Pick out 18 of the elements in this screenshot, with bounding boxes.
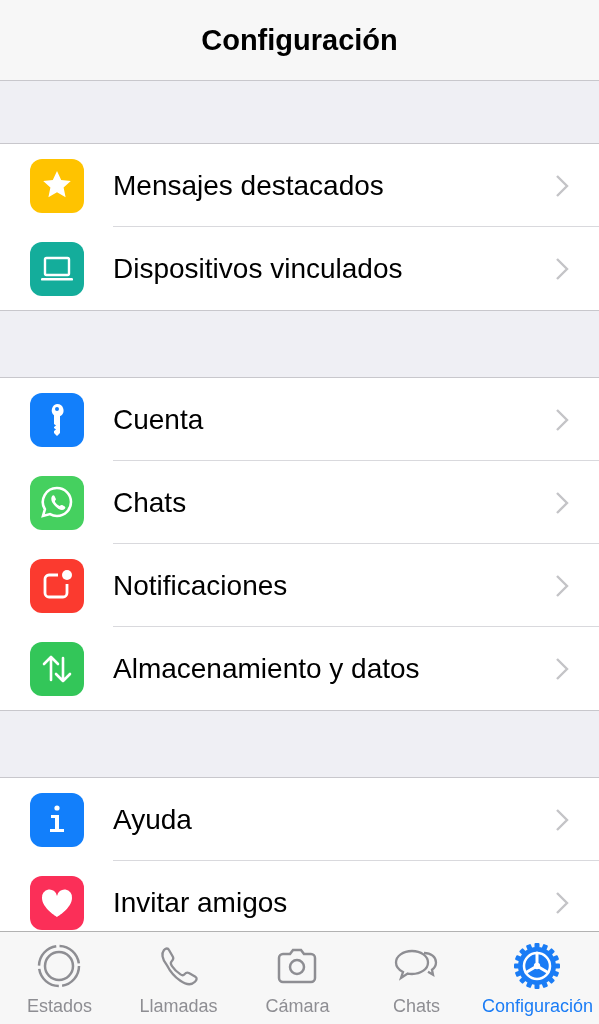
chevron-icon — [555, 173, 569, 198]
settings-row[interactable]: Almacenamiento y datos — [0, 627, 599, 710]
settings-row[interactable]: Notificaciones — [0, 544, 599, 627]
screen-title: Configuración — [201, 23, 398, 57]
tab[interactable]: Configuración — [475, 932, 599, 1024]
chevron-icon — [555, 256, 569, 281]
settings-row[interactable]: Cuenta — [0, 378, 599, 461]
chevron-icon — [555, 656, 569, 681]
chevron-icon — [555, 490, 569, 515]
settings-row[interactable]: Invitar amigos — [0, 861, 599, 931]
chevron-icon — [555, 407, 569, 432]
chevron-icon — [555, 807, 569, 832]
settings-row[interactable]: Dispositivos vinculados — [0, 227, 599, 310]
settings-row[interactable]: Ayuda — [0, 778, 599, 861]
settings-row[interactable]: Mensajes destacados — [0, 144, 599, 227]
chevron-icon — [555, 890, 569, 915]
chevron-icon — [555, 573, 569, 598]
settings-row[interactable]: Chats — [0, 461, 599, 544]
